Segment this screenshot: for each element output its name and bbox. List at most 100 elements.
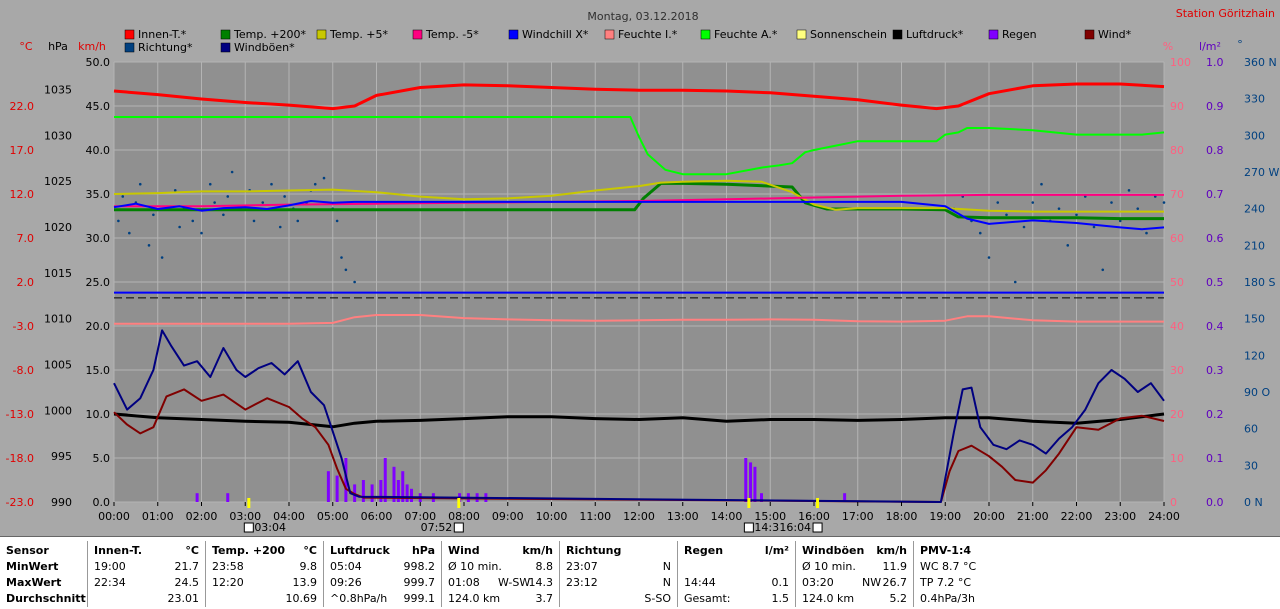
stats-boeen-avg-time: 124.0 km <box>802 592 855 605</box>
stats-richtung-col: Richtung 23:07 N 23:12 N S-SO <box>560 541 678 607</box>
x-tick-label: 21:00 <box>1017 510 1049 523</box>
direction-point <box>147 244 151 247</box>
direction-point <box>996 201 1000 204</box>
stats-temp200-max-val: 13.9 <box>292 576 318 589</box>
legend-label: Innen-T.* <box>138 28 187 41</box>
direction-point <box>226 195 230 198</box>
temp-tick-label: -13.0 <box>6 408 34 421</box>
rain-bar <box>335 475 339 502</box>
direction-point <box>1031 201 1035 204</box>
stats-boeen-unit: km/h <box>876 544 907 557</box>
stats-richtung-min-time: 23:07 <box>566 560 598 573</box>
axis-unit-direction: ° <box>1237 38 1243 51</box>
rain-tick-label: 0.3 <box>1206 364 1224 377</box>
rain-tick-label: 0.9 <box>1206 100 1224 113</box>
stats-boeen-max-time: 03:20 <box>802 576 834 589</box>
direction-point <box>222 213 225 217</box>
legend-label: Luftdruck* <box>906 28 964 41</box>
wind-tick-label: 45.0 <box>86 100 111 113</box>
temp-tick-label: -23.0 <box>6 496 34 509</box>
temp-tick-label: 22.0 <box>10 100 35 113</box>
stats-boeen-title: Windböen <box>802 544 865 557</box>
stats-wind-min-val: 8.8 <box>535 560 554 573</box>
direction-point <box>1022 225 1026 229</box>
x-tick-label: 12:00 <box>623 510 655 523</box>
rain-tick-label: 0.8 <box>1206 144 1224 157</box>
direction-point <box>208 182 212 186</box>
direction-tick-label: 180 S <box>1244 276 1275 289</box>
direction-tick-label: 360 N <box>1244 56 1277 69</box>
stats-innen-unit: °C <box>185 544 199 557</box>
pressure-tick-label: 1025 <box>44 175 72 188</box>
stats-boeen-col: Windböen km/h Ø 10 min. 11.9 03:20 NW 26.7 1… <box>796 541 914 607</box>
pressure-tick-label: 1010 <box>44 313 72 326</box>
x-tick-label: 19:00 <box>929 510 961 523</box>
stats-boeen-max-val: 26.7 <box>882 576 908 589</box>
pressure-tick-label: 1005 <box>44 359 72 372</box>
humidity-tick-label: 60 <box>1170 232 1184 245</box>
direction-point <box>340 256 343 259</box>
wind-tick-label: 25.0 <box>86 276 111 289</box>
axis-unit-rain: l/m² <box>1199 40 1221 53</box>
rain-tick-label: 0.5 <box>1206 276 1224 289</box>
stats-regen-max-val: 0.1 <box>771 576 790 589</box>
stats-regen-title: Regen <box>684 544 724 557</box>
wind-tick-label: 0.0 <box>93 496 111 509</box>
stats-druck-min-val: 998.2 <box>403 560 436 573</box>
sun-marker <box>747 498 751 508</box>
rain-bar <box>370 484 374 502</box>
stats-innen-max-time: 22:34 <box>94 576 126 589</box>
direction-point <box>200 231 203 235</box>
weather-chart: Montag, 03.12.2018 Station Göritzhain °C… <box>0 0 1280 536</box>
direction-point <box>270 182 273 186</box>
statistics-panel: Sensor MinWert MaxWert Durchschnitt Inne… <box>0 536 1280 609</box>
temp-tick-label: 17.0 <box>10 144 35 157</box>
humidity-tick-label: 20 <box>1170 408 1184 421</box>
temp-tick-label: -3.0 <box>13 320 34 333</box>
stats-wind-max-time: 01:08 <box>448 576 480 589</box>
rain-bar <box>195 493 199 502</box>
direction-point <box>252 219 256 223</box>
direction-tick-label: 300 <box>1244 129 1265 142</box>
direction-point <box>1075 213 1078 217</box>
stats-temp200-unit: °C <box>303 544 317 557</box>
legend-label: Temp. +5* <box>329 28 389 41</box>
legend-label: Regen <box>1002 28 1037 41</box>
direction-tick-label: 30 <box>1244 459 1258 472</box>
direction-point <box>344 268 348 272</box>
stats-pmv-title: PMV-1:4 <box>920 544 971 557</box>
legend-swatch <box>220 42 231 53</box>
temp-tick-label: 12.0 <box>10 188 35 201</box>
pressure-tick-label: 1020 <box>44 221 72 234</box>
stats-labels-col: Sensor MinWert MaxWert Durchschnitt <box>0 541 88 607</box>
x-tick-label: 00:00 <box>98 510 130 523</box>
rain-tick-label: 0.7 <box>1206 188 1224 201</box>
direction-point <box>353 280 356 284</box>
legend-swatch <box>796 29 807 40</box>
humidity-tick-label: 80 <box>1170 144 1184 157</box>
direction-point <box>152 213 155 217</box>
station-name: Station Göritzhain <box>1176 7 1275 20</box>
direction-point <box>987 256 991 259</box>
stats-richtung-title: Richtung <box>566 544 622 557</box>
direction-point <box>230 170 234 174</box>
stats-wind-title: Wind <box>448 544 480 557</box>
direction-tick-label: 240 <box>1244 203 1265 216</box>
direction-point <box>178 225 181 229</box>
direction-tick-label: 90 O <box>1244 386 1270 399</box>
stats-boeen-max-dir: NW <box>862 576 882 589</box>
stats-pmv-line2: TP 7.2 °C <box>920 576 972 589</box>
direction-point <box>261 201 265 204</box>
wind-tick-label: 5.0 <box>93 452 111 465</box>
sun-marker-label: 16:04 <box>779 521 811 534</box>
stats-innen-col: Innen-T. °C 19:00 21.7 22:34 24.5 23.01 <box>88 541 206 607</box>
x-tick-label: 08:00 <box>448 510 480 523</box>
stats-regen-col: Regen l/m² 14:44 0.1 Gesamt: 1.5 <box>678 541 796 607</box>
direction-point <box>978 231 982 235</box>
legend-swatch <box>700 29 711 40</box>
rain-bar <box>744 458 748 502</box>
sun-marker-box <box>812 522 823 533</box>
direction-point <box>335 219 339 223</box>
pressure-tick-label: 1030 <box>44 129 72 142</box>
direction-point <box>1127 189 1131 192</box>
